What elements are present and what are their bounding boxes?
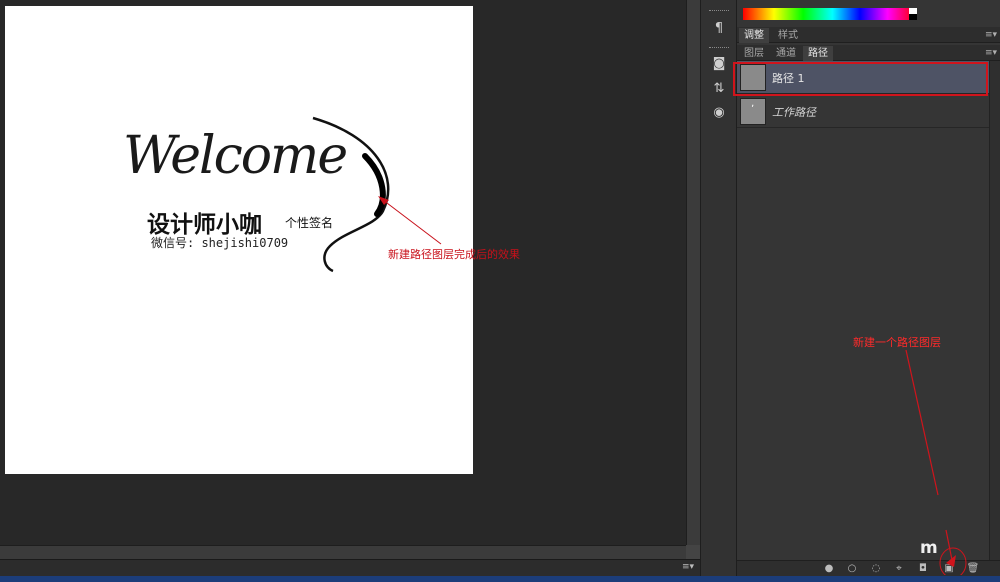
stroke-path-icon[interactable]: ○ [845, 563, 859, 575]
tab-channels[interactable]: 通道 [771, 46, 801, 61]
vertical-scrollbar[interactable] [686, 0, 700, 545]
adjust-panel-menu-icon[interactable]: ≡▾ [985, 28, 997, 43]
cursor-icon: m [920, 538, 938, 558]
welcome-text: Welcome [123, 126, 348, 186]
wechat-line: 微信号: shejishi0709 [151, 236, 289, 250]
tab-styles[interactable]: 样式 [773, 28, 803, 43]
color-ramp[interactable] [743, 8, 915, 20]
panel-dock: ¶ ◙ ⇅ ◉ [700, 0, 737, 576]
horizontal-scrollbar[interactable] [0, 545, 686, 559]
scrollbar-corner [686, 545, 700, 559]
ramp-black-swatch[interactable] [909, 14, 917, 20]
paths-scrollbar[interactable] [989, 61, 1000, 561]
tab-paths[interactable]: 路径 [803, 46, 833, 61]
fill-path-icon[interactable]: ● [822, 563, 836, 575]
adjust-icon[interactable]: ◙ [710, 55, 728, 73]
layers-panel-tabs: 图层 通道 路径 ≡▾ [737, 45, 1000, 61]
layers-panel-menu-icon[interactable]: ≡▾ [985, 46, 997, 61]
path-thumbnail: ʼ [740, 98, 766, 125]
taskbar-strip [0, 576, 1000, 582]
dock-grip[interactable] [709, 47, 729, 50]
paragraph-icon[interactable]: ¶ [710, 20, 728, 38]
swap-icon[interactable]: ⇅ [710, 80, 728, 98]
status-bar: ≡▾ [0, 559, 700, 576]
selection-highlight-box [733, 62, 988, 96]
signature-subtitle: 个性签名 [285, 216, 334, 230]
tab-adjustments[interactable]: 调整 [739, 28, 769, 43]
canvas-annotation: 新建路径图层完成后的效果 [388, 248, 520, 261]
annotation-arrow [378, 196, 442, 245]
adjust-panel-tabs: 调整 样式 ≡▾ [737, 27, 1000, 43]
path-row[interactable]: ʼ 工作路径 [737, 95, 989, 128]
tab-layers[interactable]: 图层 [739, 46, 769, 61]
dock-grip[interactable] [709, 10, 729, 13]
path-name: 工作路径 [772, 106, 816, 119]
record-icon[interactable]: ◉ [710, 104, 728, 122]
document-workspace: Welcome 设计师小咖 个性签名 微信号: shejishi0709 新建路… [0, 0, 686, 545]
status-menu-icon[interactable]: ≡▾ [682, 562, 694, 572]
path-shape-icon: ʼ [751, 104, 755, 115]
